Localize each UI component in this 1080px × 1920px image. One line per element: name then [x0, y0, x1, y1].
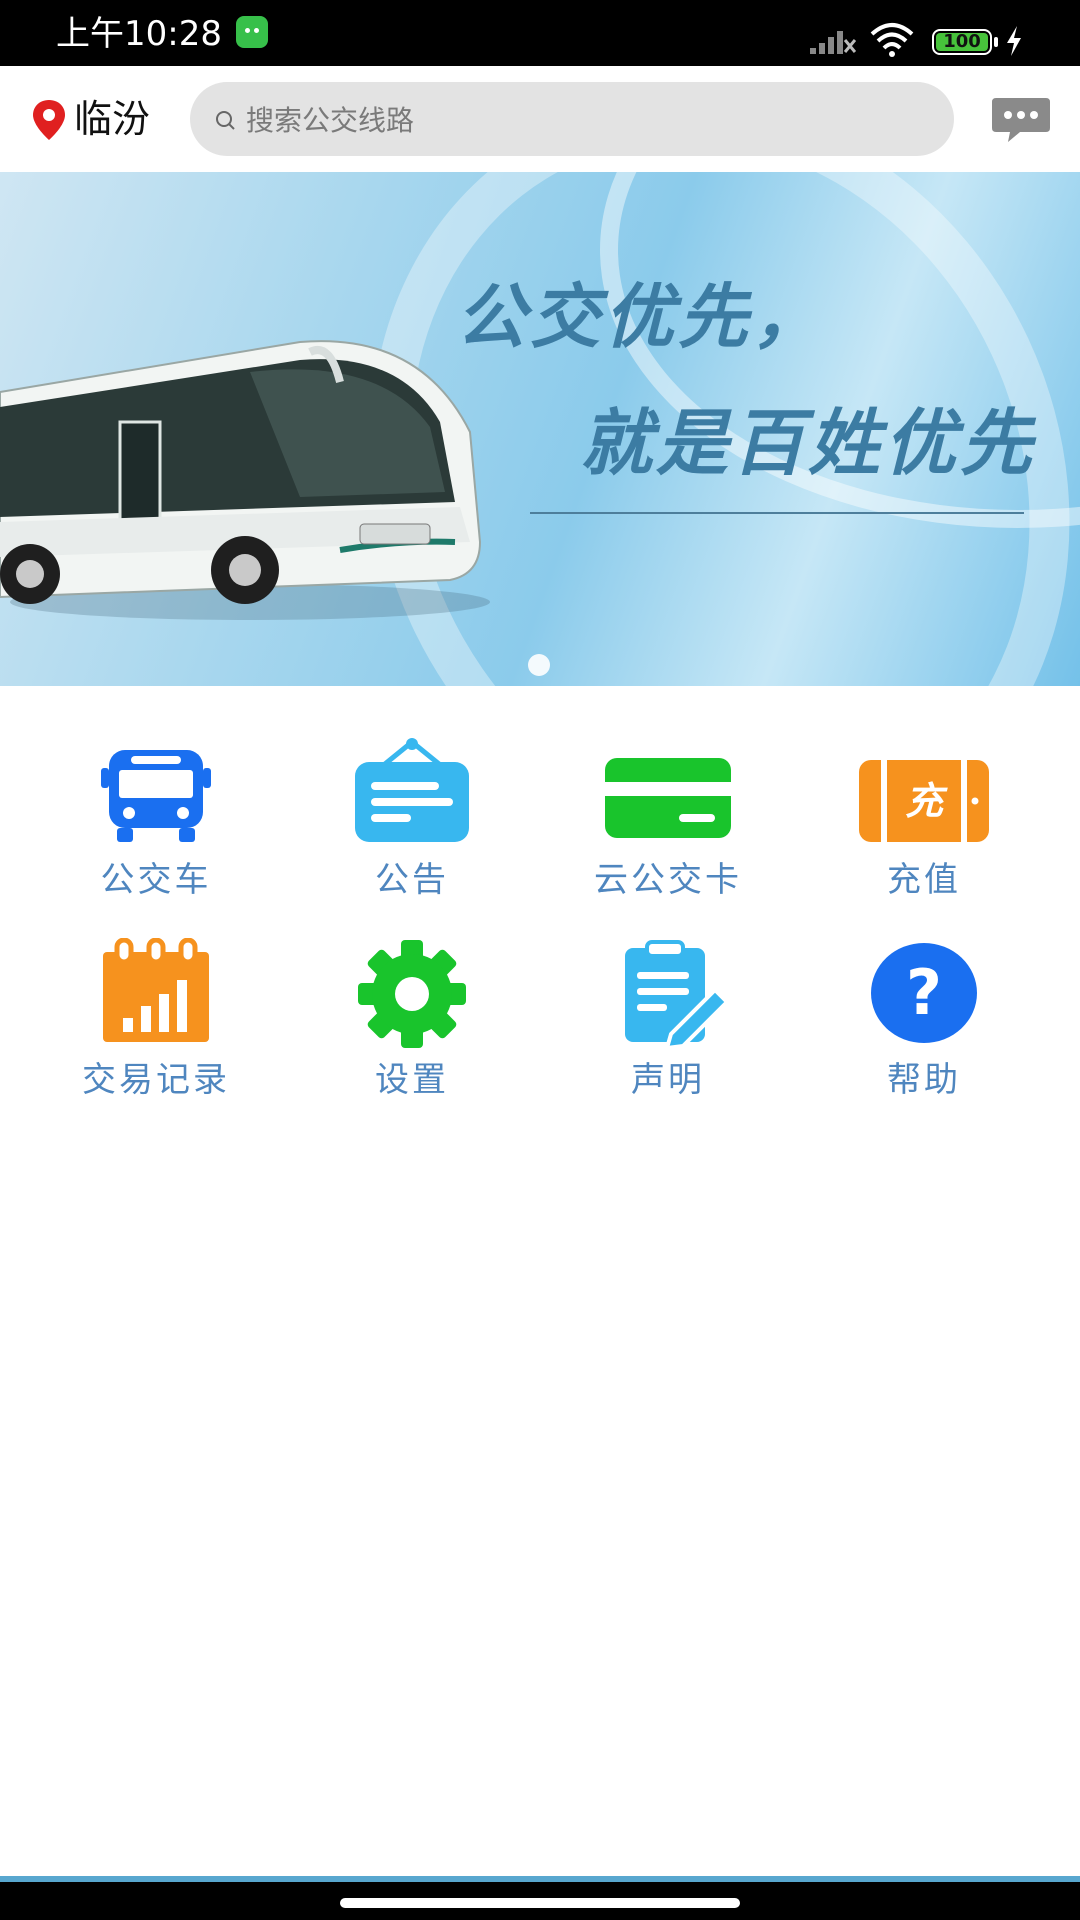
menu-item-statement[interactable]: 声明: [538, 938, 798, 1118]
home-indicator[interactable]: [340, 1898, 740, 1908]
menu-label: 云公交卡: [594, 860, 742, 900]
feature-grid: 公交车 公告 云公交卡 充 充值 交易记录 设置 声明 ? 帮助: [0, 720, 1080, 1100]
statement-icon: [625, 940, 730, 1048]
battery-tip: [994, 37, 998, 47]
header: 临汾: [0, 66, 1080, 172]
menu-label: 帮助: [887, 1060, 961, 1100]
bus-image: [0, 340, 490, 620]
menu-label: 声明: [631, 1060, 705, 1100]
charging-bolt-icon: [1007, 26, 1021, 56]
carousel-indicator-dot[interactable]: [528, 654, 550, 676]
wifi-icon: [870, 23, 914, 57]
help-icon: ?: [871, 943, 977, 1043]
recharge-icon: 充: [859, 760, 989, 842]
menu-item-notice[interactable]: 公告: [282, 738, 542, 918]
menu-item-bus[interactable]: 公交车: [26, 738, 286, 918]
menu-label: 公告: [375, 860, 449, 900]
menu-label: 公交车: [100, 860, 212, 900]
bus-icon: [101, 750, 211, 842]
signal-icon: [810, 31, 856, 54]
menu-item-cloud-card[interactable]: 云公交卡: [538, 738, 798, 918]
menu-label: 交易记录: [82, 1060, 230, 1100]
card-icon: [605, 758, 731, 838]
search-icon: [216, 111, 235, 130]
menu-label: 设置: [375, 1060, 449, 1100]
search-box[interactable]: [190, 82, 954, 158]
bottom-accent-stripe: [0, 1876, 1080, 1882]
message-icon[interactable]: [990, 94, 1052, 146]
battery-level: 100: [936, 33, 988, 51]
recharge-glyph: 充: [905, 779, 948, 823]
banner-slogan-line1: 公交优先，: [456, 276, 826, 358]
gear-icon: [358, 940, 466, 1048]
menu-item-recharge[interactable]: 充 充值: [794, 738, 1054, 918]
menu-label: 充值: [887, 860, 961, 900]
status-time: 上午10:28: [56, 14, 222, 54]
status-bar: 上午10:28 100: [0, 0, 1080, 66]
menu-item-help[interactable]: ? 帮助: [794, 938, 1054, 1118]
menu-item-settings[interactable]: 设置: [282, 938, 542, 1118]
help-glyph: ?: [906, 956, 942, 1029]
app-notification-icon: [236, 16, 268, 48]
transaction-chart-icon: [103, 938, 209, 1042]
search-input[interactable]: [244, 82, 928, 158]
city-selector[interactable]: 临汾: [74, 92, 150, 146]
promo-banner[interactable]: 公交优先， 就是百姓优先: [0, 172, 1080, 686]
notice-board-icon: [355, 738, 469, 842]
battery-icon: 100: [932, 29, 992, 55]
banner-slogan-line2: 就是百姓优先: [580, 401, 1037, 485]
location-pin-icon[interactable]: [30, 98, 68, 142]
banner-divider: [530, 512, 1024, 514]
menu-item-transactions[interactable]: 交易记录: [26, 938, 286, 1118]
